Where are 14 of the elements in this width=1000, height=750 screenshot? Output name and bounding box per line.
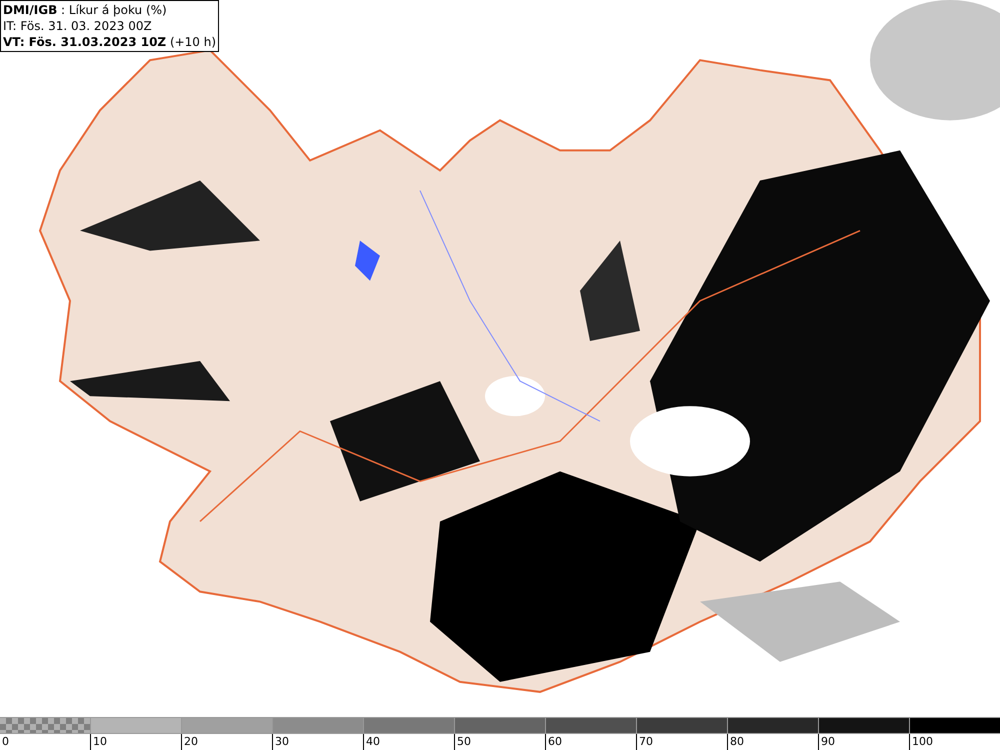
header-line: IT: Fös. 31. 03. 2023 00Z (3, 18, 153, 34)
legend-label: 100 (912, 735, 933, 748)
legend-label: 50 (457, 735, 471, 748)
legend-label: 60 (548, 735, 562, 748)
legend-label: 30 (275, 735, 289, 748)
legend-label: 90 (821, 735, 835, 748)
header-line: VT: Fös. 31.03.2023 10Z (+10 h) (3, 34, 216, 50)
header-line: DMI/IGB : Líkur á þoku (%) (3, 2, 168, 18)
legend-label: 80 (730, 735, 744, 748)
legend-label: 40 (366, 735, 380, 748)
legend-label: 20 (184, 735, 198, 748)
legend-label: 0 (2, 735, 9, 748)
legend-label: 10 (93, 735, 107, 748)
legend-label: 70 (639, 735, 653, 748)
